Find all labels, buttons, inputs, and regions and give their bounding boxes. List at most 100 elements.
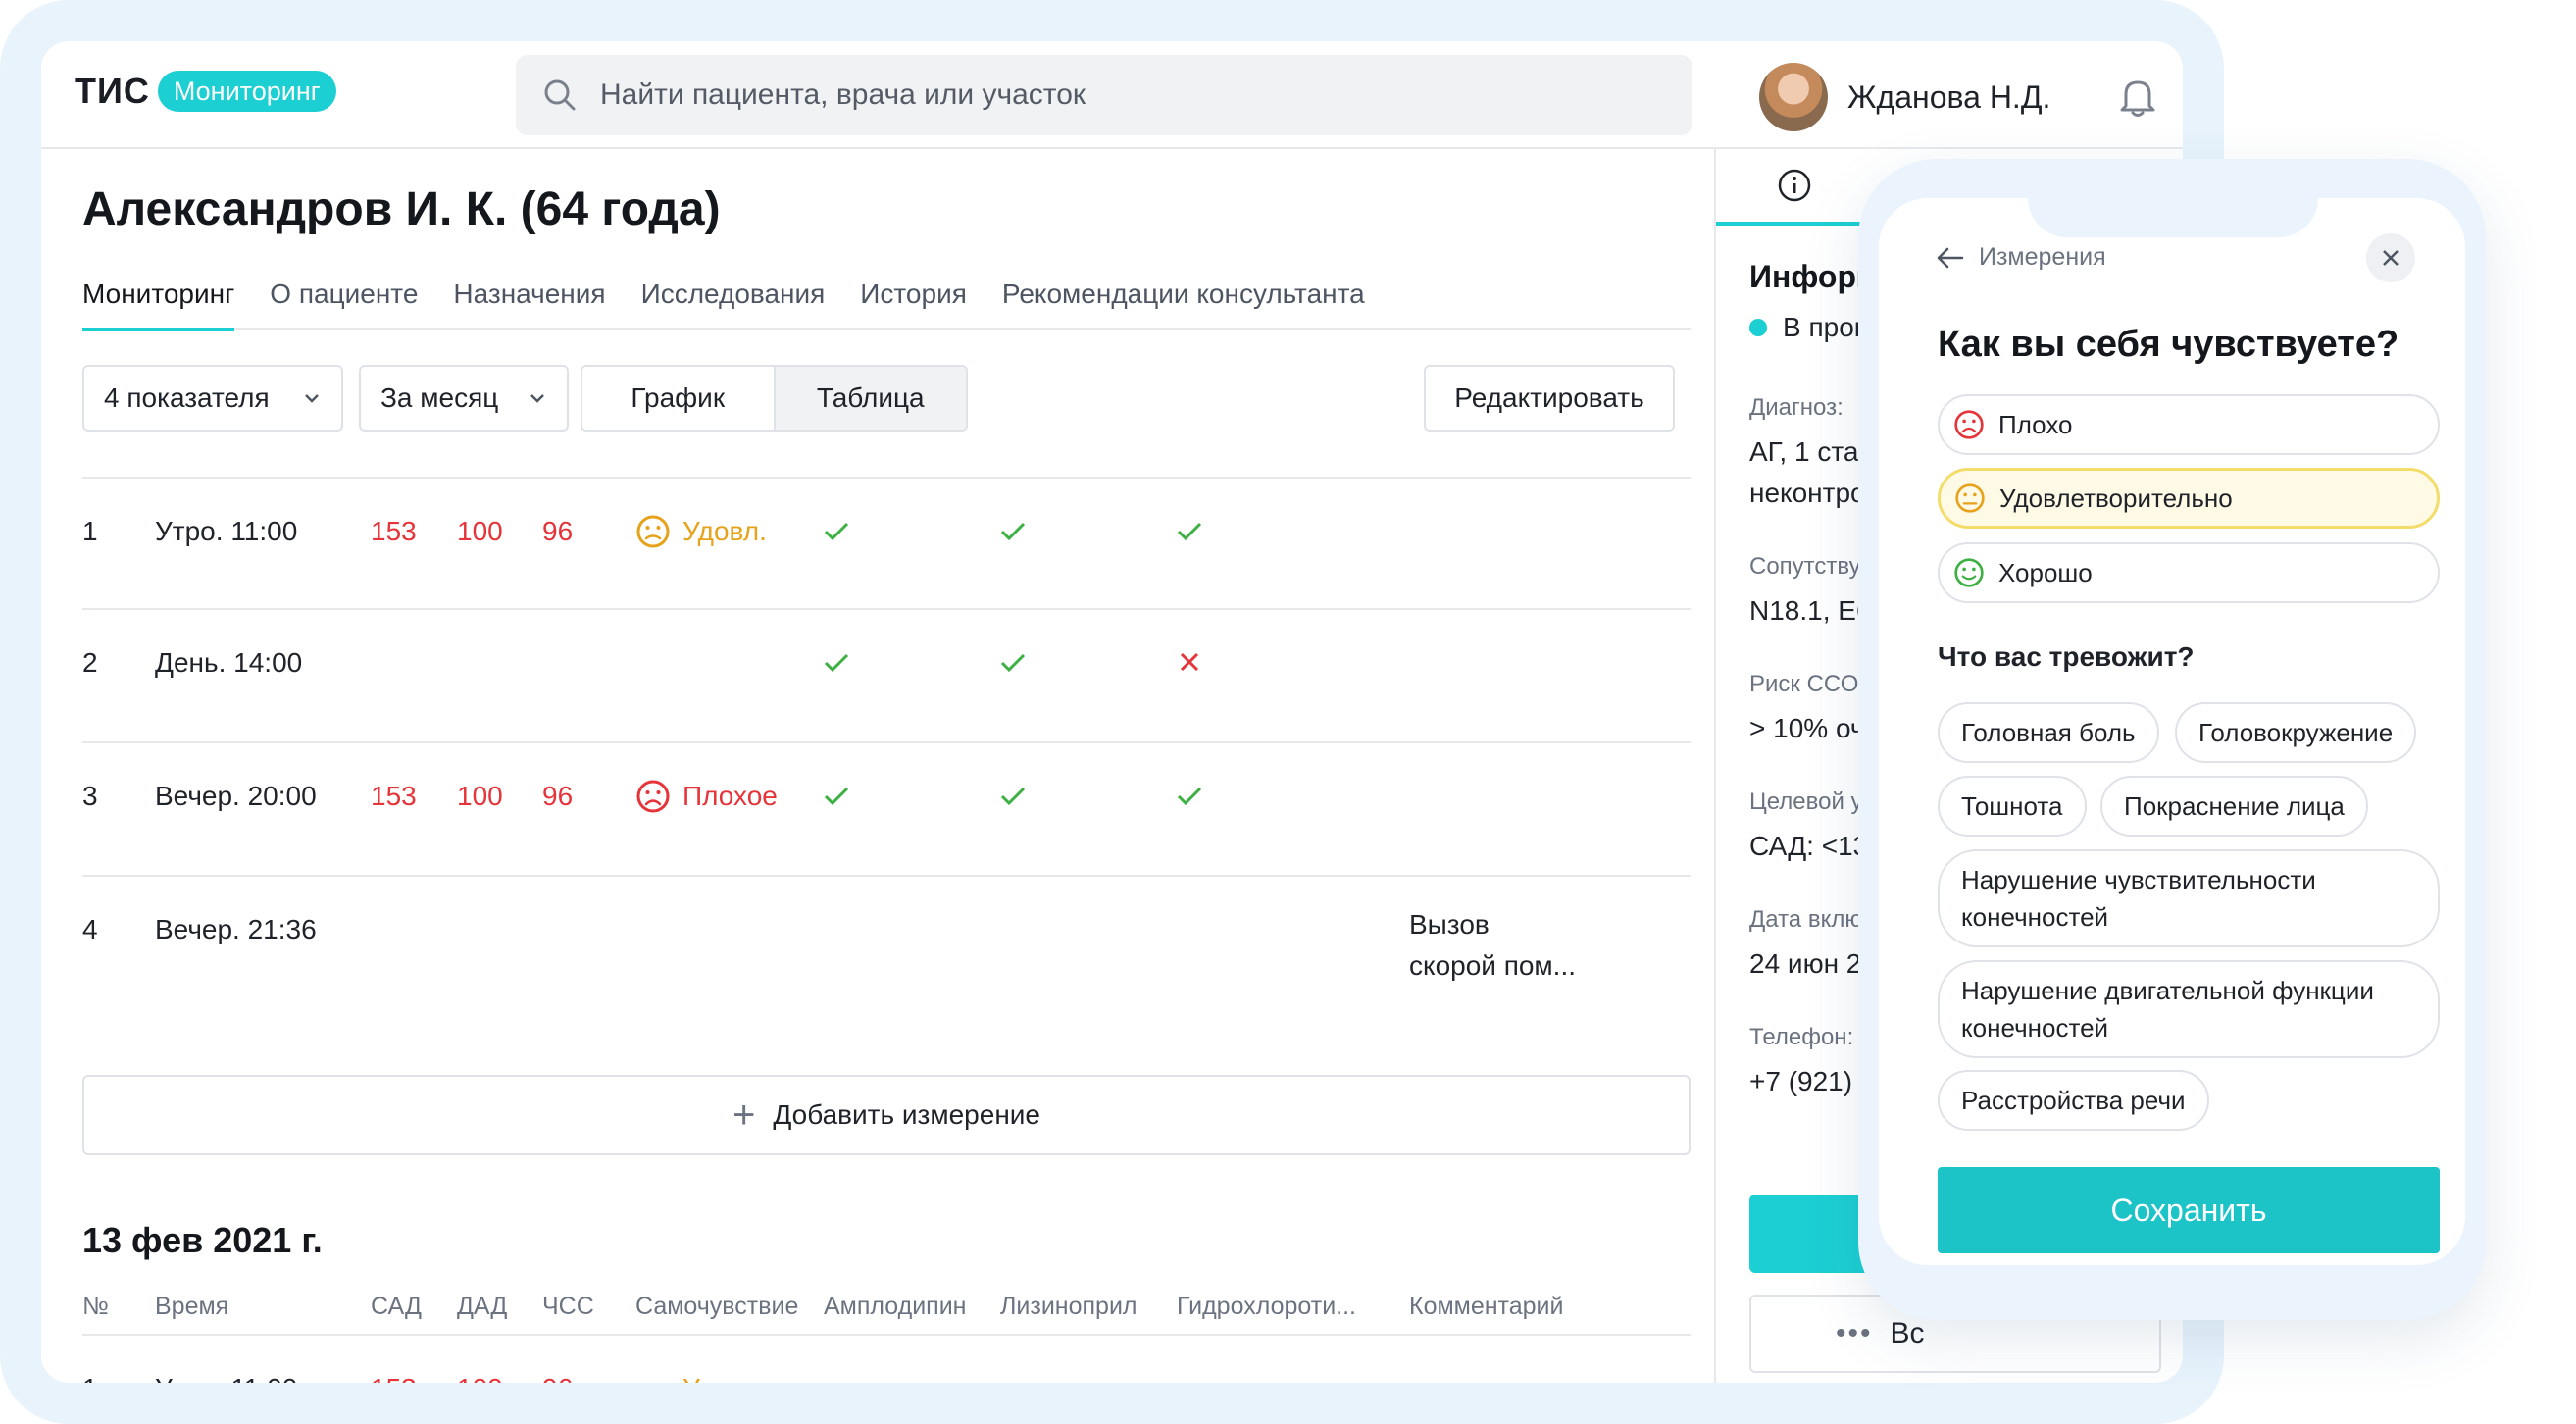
concerns-question: Что вас тревожит? — [1938, 641, 2195, 672]
row-sad: 153 — [371, 516, 417, 546]
period-dropdown[interactable]: За месяц — [359, 365, 569, 432]
row-dad: 100 — [457, 1369, 503, 1383]
tab-info[interactable] — [1716, 149, 1873, 226]
close-button[interactable] — [2366, 233, 2415, 282]
mobile-title: Как вы себя чувствуете? — [1938, 324, 2399, 365]
tab-studies[interactable]: Исследования — [641, 275, 826, 330]
search-input[interactable]: Найти пациента, врача или участок — [516, 55, 1692, 135]
plus-icon: + — [732, 1093, 756, 1137]
symptom-chip-headache[interactable]: Головная боль — [1938, 702, 2159, 763]
symptom-chip-nausea[interactable]: Тошнота — [1938, 776, 2087, 837]
logo-badge: Мониторинг — [157, 71, 336, 112]
inclusion-date-label: Дата включ — [1749, 906, 1875, 933]
info-icon — [1778, 169, 1811, 202]
phone-notch — [2028, 159, 2318, 237]
col-time: Время — [155, 1293, 229, 1320]
toolbar: 4 показателя За месяц График Таблица Ред… — [82, 365, 1691, 433]
user-name: Жданова Н.Д. — [1847, 78, 2051, 115]
sad-face-icon — [1954, 410, 1984, 439]
row-comment-line-1: Вызов — [1409, 909, 1490, 940]
symptom-chip-sensitivity[interactable]: Нарушение чувствительности конечностей — [1938, 849, 2440, 947]
view-switcher: График Таблица — [581, 365, 968, 432]
col-hydrochlorothiazide: Гидрохлороти... — [1177, 1293, 1356, 1320]
close-icon — [2383, 250, 2399, 266]
check-icon — [1177, 787, 1202, 806]
row-time: Вечер. 21:36 — [155, 914, 317, 944]
symptom-chip-facial-redness[interactable]: Покраснение лица — [2100, 776, 2368, 837]
target-label: Целевой ур — [1749, 788, 1876, 815]
table-header: № Время САД ДАД ЧСС Самочувствие Амплоди… — [82, 1287, 1691, 1336]
view-chart-button[interactable]: График — [582, 367, 774, 430]
tab-about-patient[interactable]: О пациенте — [270, 275, 418, 330]
check-icon — [824, 522, 849, 541]
mood-option-bad[interactable]: Плохо — [1938, 394, 2440, 455]
view-table-button[interactable]: Таблица — [773, 367, 966, 430]
search-placeholder: Найти пациента, врача или участок — [600, 78, 1086, 111]
row-number: 3 — [82, 781, 98, 811]
add-measurement-label: Добавить измерение — [773, 1099, 1040, 1130]
mood-option-label: Хорошо — [1998, 557, 2093, 587]
check-icon — [1000, 787, 1026, 806]
neutral-face-icon — [636, 515, 670, 548]
row-hr: 96 — [542, 1369, 573, 1383]
status-dot — [1749, 319, 1767, 336]
mood-option-satisfactory[interactable]: Удовлетворительно — [1938, 468, 2440, 529]
tab-monitoring[interactable]: Мониторинг — [82, 275, 235, 331]
search-icon — [544, 79, 576, 111]
col-sad: САД — [371, 1293, 422, 1320]
col-comment: Комментарий — [1409, 1293, 1564, 1320]
tab-consultant-recommendations[interactable]: Рекомендации консультанта — [1002, 275, 1365, 330]
check-icon — [1000, 653, 1026, 673]
row-time: Утро. 11:00 — [155, 516, 298, 546]
col-hr: ЧСС — [542, 1293, 594, 1320]
check-icon — [824, 653, 849, 673]
table-row[interactable]: 1 Утро. 11:00 153 100 96 Удовл. — [82, 1357, 1691, 1383]
table-row[interactable]: 4 Вечер. 21:36 Вызов скорой пом... — [82, 877, 1691, 1010]
neutral-face-icon — [1955, 483, 1985, 513]
symptom-chip-motor-function[interactable]: Нарушение двигательной функции конечност… — [1938, 960, 2440, 1058]
mood-option-label: Удовлетворительно — [1999, 483, 2233, 513]
col-lisinopril: Лизиноприл — [1000, 1293, 1137, 1320]
smile-face-icon — [1954, 558, 1984, 587]
row-dad: 100 — [457, 781, 503, 811]
chevron-down-icon — [305, 394, 319, 403]
symptom-chip-speech-disorder[interactable]: Расстройства речи — [1938, 1070, 2209, 1131]
row-number: 1 — [82, 1369, 98, 1383]
page-title: Александров И. К. (64 года) — [82, 183, 721, 235]
col-mood: Самочувствие — [635, 1293, 799, 1320]
save-button[interactable]: Сохранить — [1938, 1167, 2440, 1253]
risk-label: Риск ССО: — [1749, 671, 1866, 697]
tab-history[interactable]: История — [860, 275, 967, 330]
indicators-dropdown[interactable]: 4 показателя — [82, 365, 343, 432]
user-menu[interactable]: Жданова Н.Д. — [1759, 63, 2050, 131]
row-mood: Плохое — [682, 781, 778, 811]
col-dad: ДАД — [457, 1293, 508, 1320]
top-header: ТИС Мониторинг Найти пациента, врача или… — [41, 41, 2183, 149]
diagnosis-label: Диагноз: — [1749, 394, 1844, 421]
date-heading: 13 фев 2021 г. — [82, 1220, 323, 1260]
logo-text: ТИС — [75, 71, 150, 111]
cross-icon — [1180, 652, 1199, 672]
table-row[interactable]: 3 Вечер. 20:00 153 100 96 Плохое — [82, 743, 1691, 877]
tab-prescriptions[interactable]: Назначения — [453, 275, 605, 330]
table-row[interactable]: 2 День. 14:00 — [82, 610, 1691, 743]
edit-button[interactable]: Редактировать — [1424, 365, 1675, 432]
row-comment: Вызов скорой пом... — [1409, 904, 1625, 987]
row-sad: 153 — [371, 781, 417, 811]
check-icon — [1177, 522, 1202, 541]
more-dots-icon: ••• — [1836, 1317, 1873, 1349]
table-row[interactable]: 1 Утро. 11:00 153 100 96 Удовл. — [82, 477, 1691, 610]
add-measurement-button[interactable]: + Добавить измерение — [82, 1075, 1691, 1155]
symptom-chip-dizziness[interactable]: Головокружение — [2175, 702, 2417, 763]
logo[interactable]: ТИС Мониторинг — [75, 71, 336, 112]
row-comment-line-2: скорой пом... — [1409, 950, 1577, 981]
mood-option-good[interactable]: Хорошо — [1938, 542, 2440, 603]
row-time: Вечер. 20:00 — [155, 781, 317, 811]
indicators-dropdown-label: 4 показателя — [104, 382, 270, 413]
arrow-left-icon — [1937, 247, 1964, 268]
back-button[interactable]: Измерения — [1936, 243, 2106, 272]
bell-icon[interactable] — [2118, 75, 2157, 118]
row-number: 4 — [82, 914, 98, 944]
mood-option-label: Плохо — [1998, 409, 2073, 439]
chevron-down-icon — [530, 394, 544, 403]
